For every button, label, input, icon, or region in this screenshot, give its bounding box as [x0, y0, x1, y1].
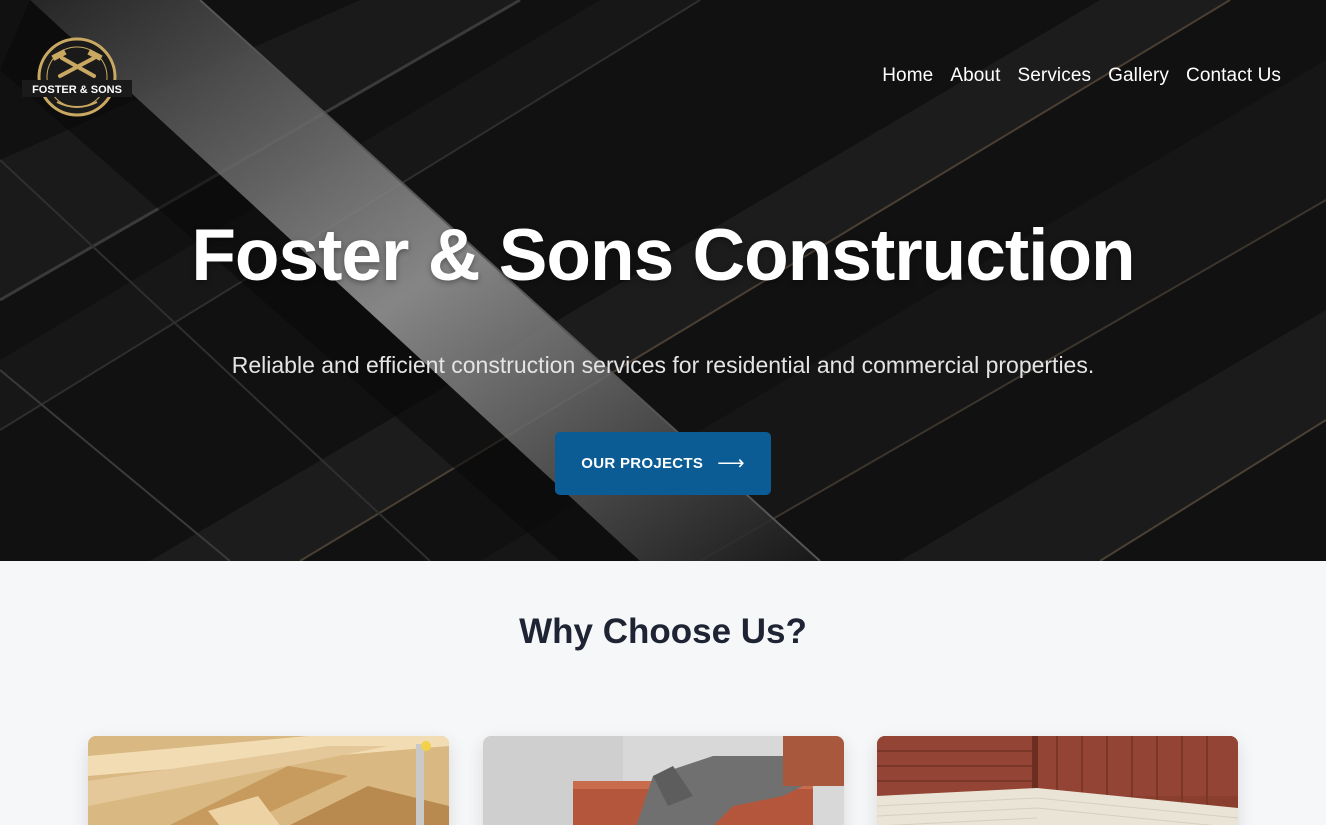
feature-card-fence[interactable] — [877, 736, 1238, 825]
main-nav: Home About Services Gallery Contact Us — [882, 65, 1281, 87]
nav-services[interactable]: Services — [1017, 65, 1091, 87]
why-choose-us-heading: Why Choose Us? — [519, 612, 807, 651]
nav-contact-us[interactable]: Contact Us — [1186, 65, 1281, 87]
arrow-right-icon: ⟶ — [717, 453, 745, 474]
wooden-fence-image — [877, 736, 1238, 825]
feature-card-lumber[interactable] — [88, 736, 449, 825]
hero-section: FOSTER & SONS Home About Services Galler… — [0, 0, 1326, 561]
bricklaying-glove-image — [483, 736, 844, 825]
nav-gallery[interactable]: Gallery — [1108, 65, 1169, 87]
our-projects-label: OUR PROJECTS — [581, 455, 704, 472]
hero-subtitle: Reliable and efficient construction serv… — [231, 352, 1095, 378]
hero-title: Foster & Sons Construction — [191, 215, 1135, 296]
our-projects-button[interactable]: OUR PROJECTS ⟶ — [555, 432, 771, 495]
feature-card-bricklaying[interactable] — [483, 736, 844, 825]
nav-about[interactable]: About — [950, 65, 1000, 87]
nav-home[interactable]: Home — [882, 65, 933, 87]
logo[interactable]: FOSTER & SONS — [22, 36, 132, 118]
lumber-stack-image — [88, 736, 449, 825]
logo-text: FOSTER & SONS — [32, 84, 122, 96]
